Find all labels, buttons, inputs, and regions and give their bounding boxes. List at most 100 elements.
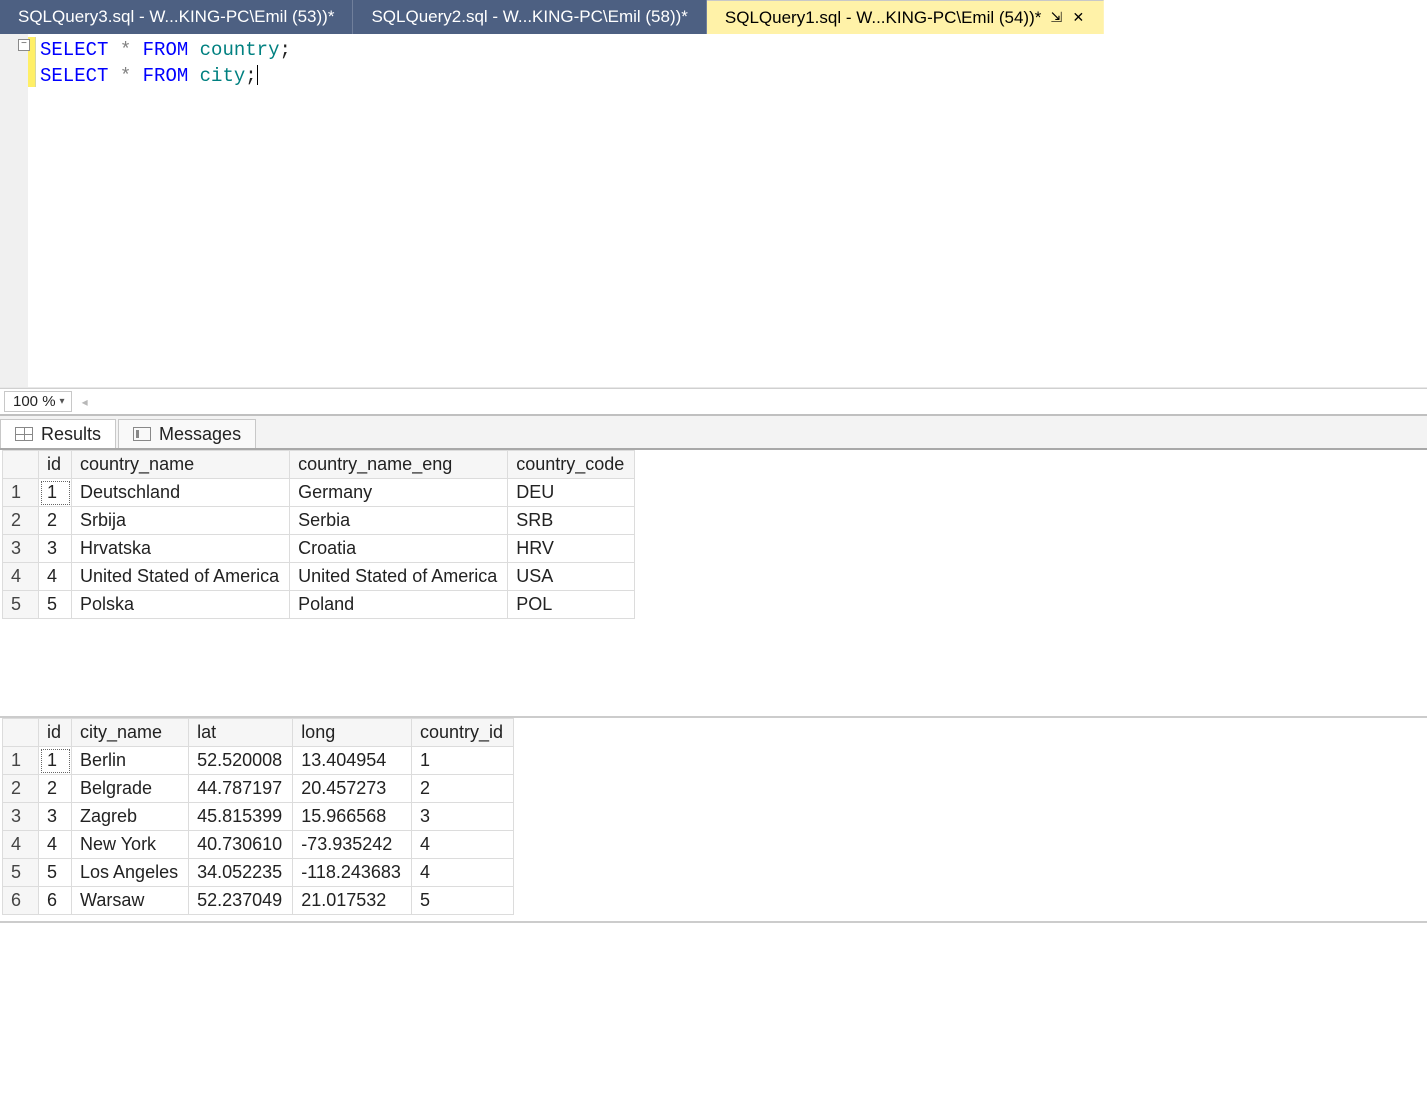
table-cell[interactable]: 3 — [39, 535, 72, 563]
table-cell[interactable]: Zagreb — [72, 803, 189, 831]
result-grid-1: id country_name country_name_eng country… — [0, 450, 1427, 718]
column-header[interactable]: country_code — [508, 451, 635, 479]
table-cell[interactable]: Belgrade — [72, 775, 189, 803]
table-row[interactable]: 22SrbijaSerbiaSRB — [3, 507, 635, 535]
table-cell[interactable]: 34.052235 — [189, 859, 293, 887]
code-line[interactable]: SELECT * FROM country; — [36, 37, 1427, 63]
table-row[interactable]: 33Zagreb45.81539915.9665683 — [3, 803, 514, 831]
table-cell[interactable]: 1 — [39, 747, 72, 775]
table-cell[interactable]: 4 — [411, 831, 513, 859]
table-cell[interactable]: Hrvatska — [72, 535, 290, 563]
table-cell[interactable]: 4 — [39, 831, 72, 859]
table-cell[interactable]: 44.787197 — [189, 775, 293, 803]
table-cell[interactable]: 5 — [39, 591, 72, 619]
row-number-cell[interactable]: 2 — [3, 775, 39, 803]
table-cell[interactable]: 3 — [411, 803, 513, 831]
table-cell[interactable]: -118.243683 — [293, 859, 412, 887]
table-cell[interactable]: 45.815399 — [189, 803, 293, 831]
row-number-cell[interactable]: 4 — [3, 563, 39, 591]
table-cell[interactable]: 3 — [39, 803, 72, 831]
table-cell[interactable]: United Stated of America — [72, 563, 290, 591]
text-caret — [257, 65, 258, 85]
row-number-cell[interactable]: 5 — [3, 859, 39, 887]
row-number-cell[interactable]: 5 — [3, 591, 39, 619]
row-number-cell[interactable]: 6 — [3, 887, 39, 915]
table-cell[interactable]: HRV — [508, 535, 635, 563]
table-cell[interactable]: Los Angeles — [72, 859, 189, 887]
column-header[interactable]: id — [39, 719, 72, 747]
table-cell[interactable]: 5 — [411, 887, 513, 915]
table-cell[interactable]: 1 — [39, 479, 72, 507]
row-number-cell[interactable]: 3 — [3, 803, 39, 831]
table-cell[interactable]: Berlin — [72, 747, 189, 775]
row-number-cell[interactable]: 2 — [3, 507, 39, 535]
row-number-cell[interactable]: 1 — [3, 747, 39, 775]
code-fold-toggle[interactable]: − — [18, 39, 30, 51]
zoom-level-select[interactable]: 100 % ▾ — [4, 391, 72, 412]
table-cell[interactable]: Deutschland — [72, 479, 290, 507]
document-tab-label: SQLQuery2.sql - W...KING-PC\Emil (58))* — [371, 7, 687, 27]
table-cell[interactable]: New York — [72, 831, 189, 859]
table-cell[interactable]: Serbia — [290, 507, 508, 535]
table-cell[interactable]: Croatia — [290, 535, 508, 563]
table-cell[interactable]: 52.520008 — [189, 747, 293, 775]
pin-tab-icon[interactable]: ⇲ — [1049, 9, 1063, 26]
table-row[interactable]: 44New York40.730610-73.9352424 — [3, 831, 514, 859]
table-cell[interactable]: POL — [508, 591, 635, 619]
table-cell[interactable]: USA — [508, 563, 635, 591]
column-header[interactable]: id — [39, 451, 72, 479]
table-cell[interactable]: Polska — [72, 591, 290, 619]
document-tab[interactable]: SQLQuery3.sql - W...KING-PC\Emil (53))* — [0, 0, 353, 34]
result-grid-2: id city_name lat long country_id 11Berli… — [0, 718, 1427, 923]
horizontal-scroll-left-icon[interactable]: ◂ — [78, 395, 88, 409]
table-cell[interactable]: Warsaw — [72, 887, 189, 915]
table-cell[interactable]: Poland — [290, 591, 508, 619]
table-cell[interactable]: 15.966568 — [293, 803, 412, 831]
code-line[interactable]: SELECT * FROM city; — [36, 63, 1427, 89]
table-cell[interactable]: 40.730610 — [189, 831, 293, 859]
row-number-cell[interactable]: 1 — [3, 479, 39, 507]
table-cell[interactable]: 13.404954 — [293, 747, 412, 775]
table-cell[interactable]: Srbija — [72, 507, 290, 535]
messages-tab[interactable]: Messages — [118, 419, 256, 448]
table-cell[interactable]: SRB — [508, 507, 635, 535]
column-header[interactable]: long — [293, 719, 412, 747]
row-number-cell[interactable]: 3 — [3, 535, 39, 563]
close-tab-icon[interactable]: ✕ — [1071, 9, 1085, 26]
table-cell[interactable]: 2 — [411, 775, 513, 803]
results-tab[interactable]: Results — [0, 419, 116, 448]
column-header[interactable]: country_id — [411, 719, 513, 747]
table-cell[interactable]: 4 — [39, 563, 72, 591]
sql-editor[interactable]: − SELECT * FROM country; SELECT * FROM c… — [36, 34, 1427, 387]
table-row[interactable]: 55Los Angeles34.052235-118.2436834 — [3, 859, 514, 887]
table-row[interactable]: 11DeutschlandGermanyDEU — [3, 479, 635, 507]
row-number-cell[interactable]: 4 — [3, 831, 39, 859]
table-cell[interactable]: 2 — [39, 775, 72, 803]
table-cell[interactable]: 21.017532 — [293, 887, 412, 915]
table-cell[interactable]: 5 — [39, 859, 72, 887]
document-tab-active[interactable]: SQLQuery1.sql - W...KING-PC\Emil (54))* … — [707, 0, 1104, 34]
column-header[interactable]: lat — [189, 719, 293, 747]
table-cell[interactable]: Germany — [290, 479, 508, 507]
table-cell[interactable]: 4 — [411, 859, 513, 887]
table-cell[interactable]: United Stated of America — [290, 563, 508, 591]
table-cell[interactable]: 2 — [39, 507, 72, 535]
table-row[interactable]: 44United Stated of AmericaUnited Stated … — [3, 563, 635, 591]
table-cell[interactable]: DEU — [508, 479, 635, 507]
table-cell[interactable]: 52.237049 — [189, 887, 293, 915]
table-row[interactable]: 66Warsaw52.23704921.0175325 — [3, 887, 514, 915]
table-cell[interactable]: 20.457273 — [293, 775, 412, 803]
table-row[interactable]: 33HrvatskaCroatiaHRV — [3, 535, 635, 563]
result-table-country[interactable]: id country_name country_name_eng country… — [2, 450, 635, 619]
column-header[interactable]: city_name — [72, 719, 189, 747]
table-row[interactable]: 22Belgrade44.78719720.4572732 — [3, 775, 514, 803]
table-cell[interactable]: 6 — [39, 887, 72, 915]
table-row[interactable]: 55PolskaPolandPOL — [3, 591, 635, 619]
result-table-city[interactable]: id city_name lat long country_id 11Berli… — [2, 718, 514, 915]
table-row[interactable]: 11Berlin52.52000813.4049541 — [3, 747, 514, 775]
document-tab[interactable]: SQLQuery2.sql - W...KING-PC\Emil (58))* — [353, 0, 706, 34]
column-header[interactable]: country_name_eng — [290, 451, 508, 479]
column-header[interactable]: country_name — [72, 451, 290, 479]
table-cell[interactable]: -73.935242 — [293, 831, 412, 859]
table-cell[interactable]: 1 — [411, 747, 513, 775]
